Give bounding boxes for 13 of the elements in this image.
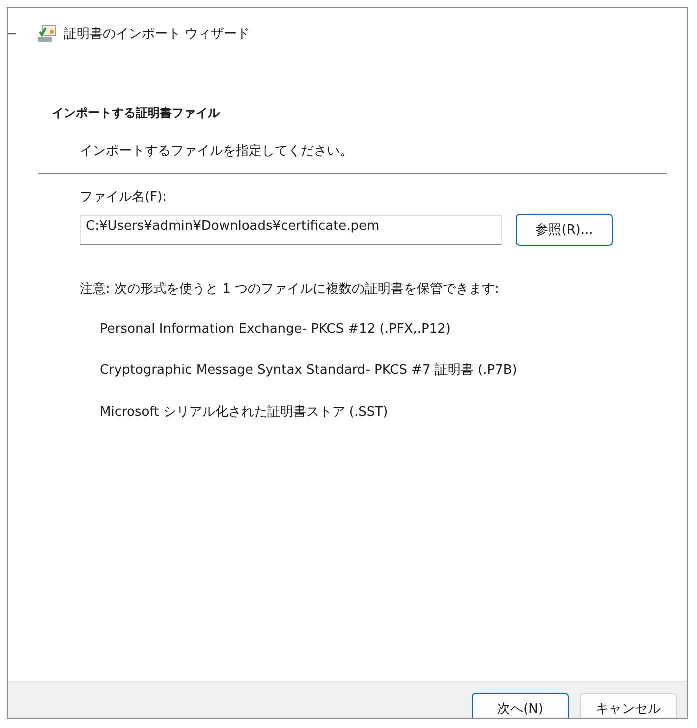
format-item: Cryptographic Message Syntax Standard- PKCS #7 証明書 (.P7B) xyxy=(100,362,518,379)
file-name-field[interactable]: C:¥Users¥admin¥Downloads¥certificate.pem xyxy=(80,215,502,245)
section-subheading: インポートするファイルを指定してください。 xyxy=(80,143,354,160)
format-item: Microsoft シリアル化された証明書ストア (.SST) xyxy=(100,404,390,421)
file-name-label: ファイル名(F): xyxy=(80,189,168,206)
dialog-button[interactable]: キャンセル xyxy=(580,693,677,718)
dialog-button[interactable]: 次へ(N) xyxy=(472,693,569,718)
note-text: 注意: 次の形式を使うと 1 つのファイルに複数の証明書を保管できます: xyxy=(80,281,500,298)
section-heading: インポートする証明書ファイル xyxy=(52,105,222,122)
window-title: 証明書のインポート ウィザード xyxy=(64,26,250,43)
format-item: Personal Information Exchange- PKCS #12 (.PFX,.P12) xyxy=(100,322,452,337)
browse-button[interactable]: 参照(R)... xyxy=(516,214,613,246)
certificate-icon xyxy=(37,25,57,43)
